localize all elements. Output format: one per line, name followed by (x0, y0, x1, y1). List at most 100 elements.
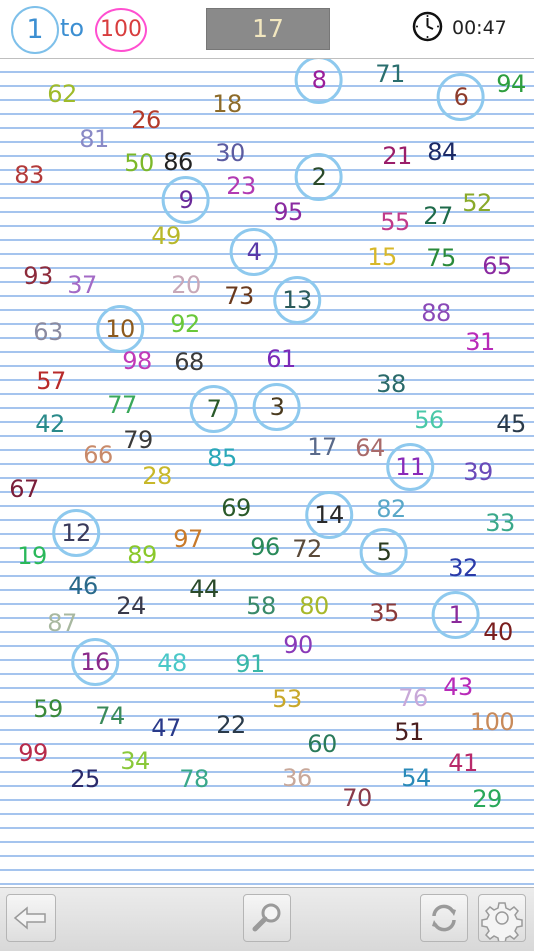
board-number-31[interactable]: 31 (465, 330, 495, 354)
board-number-74[interactable]: 74 (95, 704, 125, 728)
back-arrow-icon (13, 906, 46, 930)
found-number-1: 1 (448, 601, 464, 629)
board-number-64[interactable]: 64 (355, 436, 385, 460)
board-number-96[interactable]: 96 (250, 535, 280, 559)
board-number-15[interactable]: 15 (367, 245, 397, 269)
board-number-94[interactable]: 94 (496, 72, 526, 96)
board-number-48[interactable]: 48 (157, 651, 187, 675)
board-number-73[interactable]: 73 (224, 284, 254, 308)
board-number-87[interactable]: 87 (47, 611, 77, 635)
board-number-54[interactable]: 54 (401, 766, 431, 790)
board-number-79[interactable]: 79 (123, 428, 153, 452)
board-number-95[interactable]: 95 (273, 200, 303, 224)
board-number-36[interactable]: 36 (282, 766, 312, 790)
board-number-41[interactable]: 41 (448, 751, 478, 775)
found-number-11: 11 (395, 453, 425, 481)
board-number-61[interactable]: 61 (266, 347, 296, 371)
board-number-69[interactable]: 69 (221, 496, 251, 520)
board-number-44[interactable]: 44 (189, 577, 219, 601)
board-number-50[interactable]: 50 (124, 151, 154, 175)
board-number-30[interactable]: 30 (215, 141, 245, 165)
board-number-52[interactable]: 52 (462, 191, 492, 215)
board-number-83[interactable]: 83 (14, 163, 44, 187)
board-number-17[interactable]: 17 (307, 435, 337, 459)
board-number-72[interactable]: 72 (292, 537, 322, 561)
search-hint-button[interactable] (243, 894, 291, 942)
board-number-46[interactable]: 46 (68, 574, 98, 598)
board-number-58[interactable]: 58 (246, 594, 276, 618)
board-number-20[interactable]: 20 (171, 273, 201, 297)
board-number-59[interactable]: 59 (33, 697, 63, 721)
found-number-3: 3 (269, 393, 285, 421)
board-number-55[interactable]: 55 (380, 210, 410, 234)
board-number-91[interactable]: 91 (235, 652, 265, 676)
board-number-34[interactable]: 34 (120, 749, 150, 773)
clock-icon (412, 11, 443, 42)
magnifier-icon (252, 903, 281, 932)
board-number-38[interactable]: 38 (376, 372, 406, 396)
board-number-62[interactable]: 62 (47, 82, 77, 106)
board-number-24[interactable]: 24 (116, 594, 146, 618)
board-number-70[interactable]: 70 (342, 786, 372, 810)
board-number-21[interactable]: 21 (382, 144, 412, 168)
board-number-42[interactable]: 42 (35, 412, 65, 436)
board-number-26[interactable]: 26 (131, 108, 161, 132)
board-number-49[interactable]: 49 (151, 224, 181, 248)
board-number-99[interactable]: 99 (18, 741, 48, 765)
board-number-43[interactable]: 43 (443, 675, 473, 699)
board-number-98[interactable]: 98 (122, 349, 152, 373)
board-number-35[interactable]: 35 (369, 601, 399, 625)
board-number-53[interactable]: 53 (272, 687, 302, 711)
board-number-92[interactable]: 92 (170, 312, 200, 336)
board-number-86[interactable]: 86 (163, 150, 193, 174)
board-number-37[interactable]: 37 (67, 273, 97, 297)
board-number-89[interactable]: 89 (127, 543, 157, 567)
back-button[interactable] (6, 894, 56, 942)
board-number-88[interactable]: 88 (421, 301, 451, 325)
board-number-90[interactable]: 90 (283, 633, 313, 657)
board-number-65[interactable]: 65 (482, 254, 512, 278)
board-number-71[interactable]: 71 (375, 62, 405, 86)
board-number-57[interactable]: 57 (36, 369, 66, 393)
board-number-93[interactable]: 93 (23, 264, 53, 288)
settings-button[interactable] (478, 894, 526, 942)
gear-icon (481, 902, 523, 941)
board-number-68[interactable]: 68 (174, 350, 204, 374)
board-number-51[interactable]: 51 (394, 720, 424, 744)
board-number-84[interactable]: 84 (427, 140, 457, 164)
board-number-97[interactable]: 97 (173, 527, 203, 551)
board-number-85[interactable]: 85 (207, 446, 237, 470)
board-number-82[interactable]: 82 (376, 497, 406, 521)
board-number-23[interactable]: 23 (226, 174, 256, 198)
board-number-25[interactable]: 25 (70, 767, 100, 791)
board-number-47[interactable]: 47 (151, 716, 181, 740)
restart-button[interactable] (420, 894, 468, 942)
board-number-32[interactable]: 32 (448, 556, 478, 580)
found-number-2: 2 (311, 163, 327, 191)
board-number-76[interactable]: 76 (398, 686, 428, 710)
board-number-80[interactable]: 80 (299, 594, 329, 618)
board-number-18[interactable]: 18 (212, 92, 242, 116)
board-number-78[interactable]: 78 (179, 767, 209, 791)
board-number-75[interactable]: 75 (426, 246, 456, 270)
board-number-60[interactable]: 60 (307, 732, 337, 756)
header-bar: 1 to 100 17 00:47 (0, 0, 534, 59)
board-number-27[interactable]: 27 (423, 204, 453, 228)
next-number-counter: 17 (206, 8, 330, 50)
board-number-56[interactable]: 56 (414, 408, 444, 432)
board-number-66[interactable]: 66 (83, 443, 113, 467)
board-number-19[interactable]: 19 (17, 544, 47, 568)
found-number-5: 5 (376, 538, 392, 566)
board-number-33[interactable]: 33 (485, 511, 515, 535)
board-number-63[interactable]: 63 (33, 320, 63, 344)
board-number-40[interactable]: 40 (483, 620, 513, 644)
board-number-45[interactable]: 45 (496, 412, 526, 436)
board-number-100[interactable]: 100 (470, 710, 515, 734)
board-number-28[interactable]: 28 (142, 464, 172, 488)
board-number-67[interactable]: 67 (9, 477, 39, 501)
board-number-81[interactable]: 81 (79, 127, 109, 151)
board-number-29[interactable]: 29 (472, 787, 502, 811)
board-number-22[interactable]: 22 (216, 713, 246, 737)
board-number-77[interactable]: 77 (107, 393, 137, 417)
board-number-39[interactable]: 39 (463, 460, 493, 484)
